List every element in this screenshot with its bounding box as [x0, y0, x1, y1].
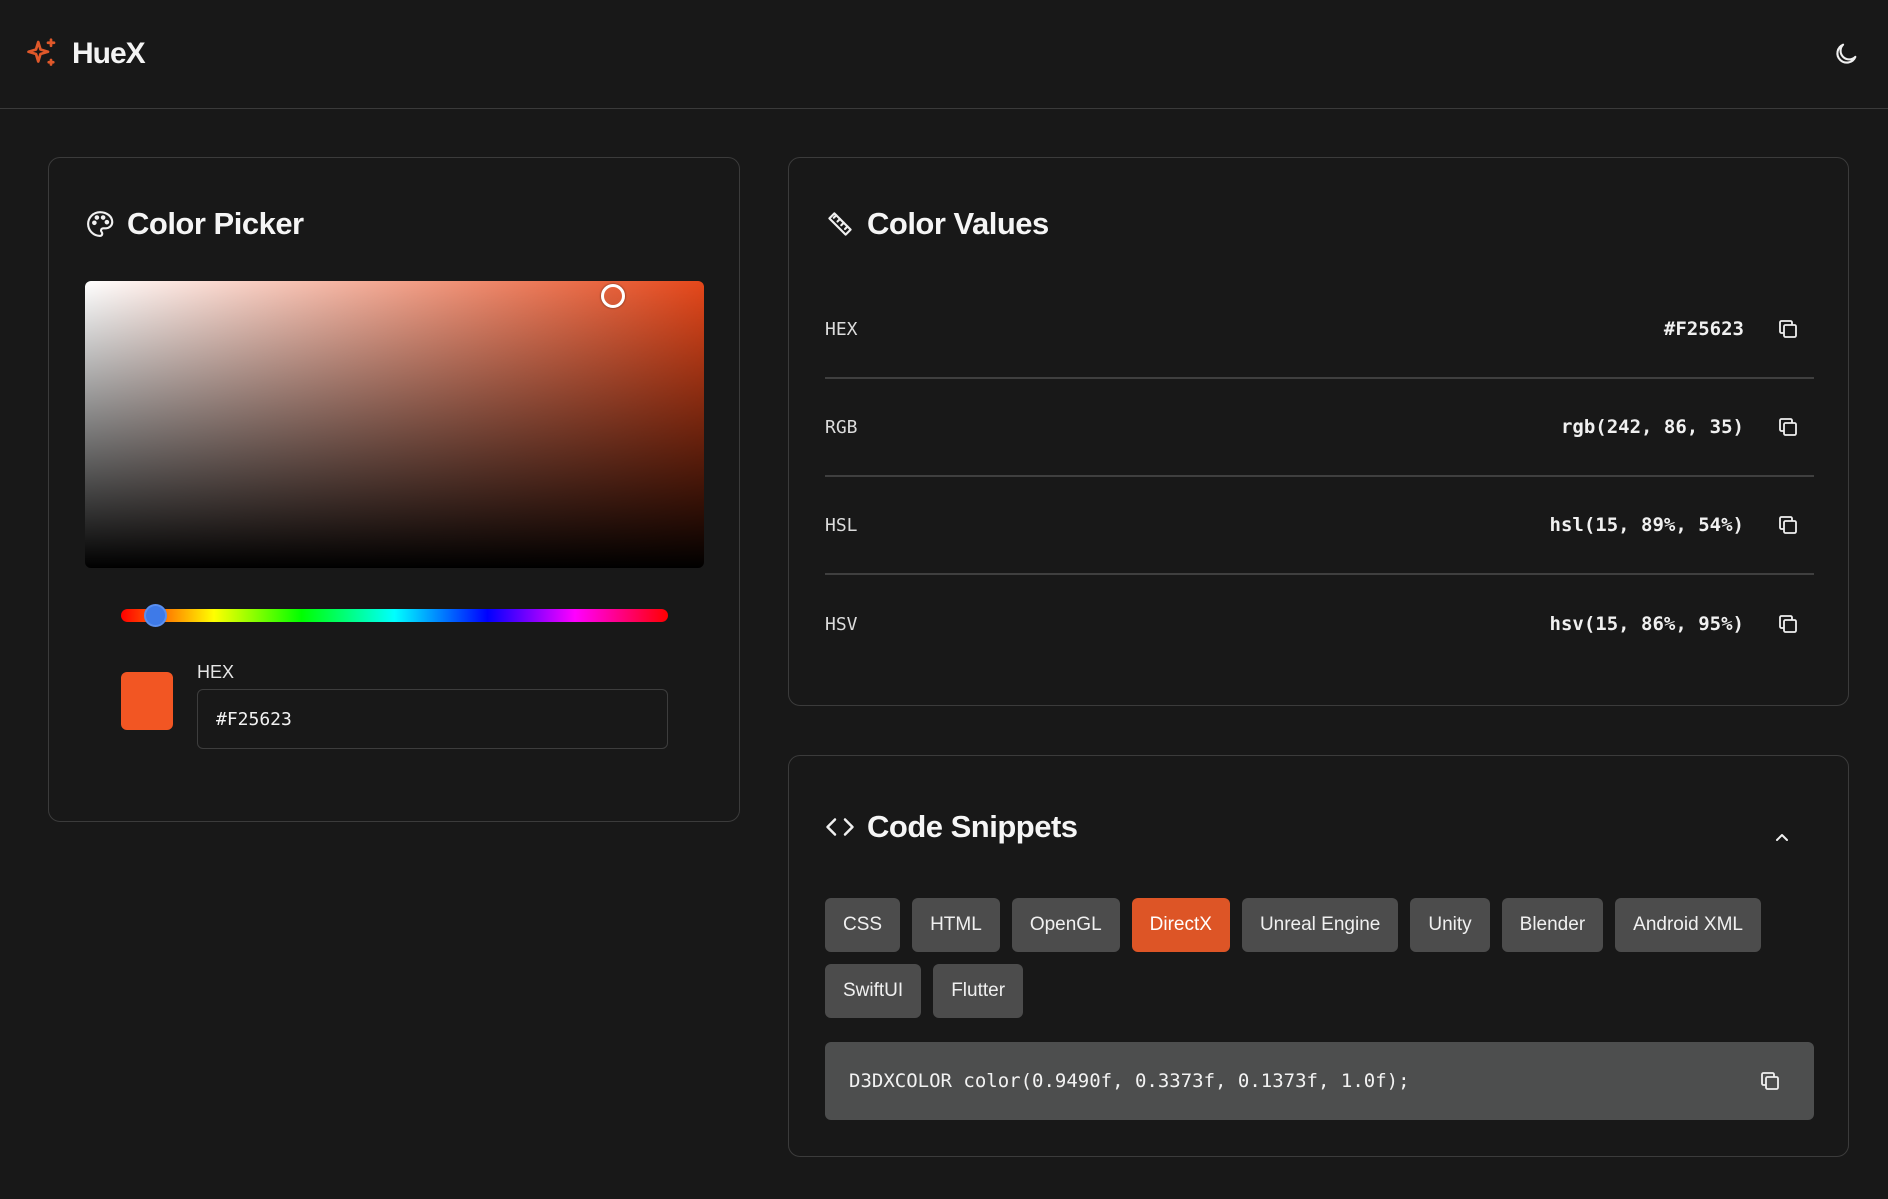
color-values-title: Color Values	[867, 206, 1049, 241]
moon-icon	[1836, 43, 1857, 64]
color-values-card: Color Values HEX #F25623 RGB rgb(242, 86…	[788, 157, 1849, 706]
tab-unity[interactable]: Unity	[1410, 898, 1490, 952]
ruler-icon	[828, 212, 852, 236]
snippet-tabs: CSS HTML OpenGL DirectX Unreal Engine Un…	[825, 898, 1825, 1018]
value-text: #F25623	[1663, 318, 1744, 340]
color-picker-header: Color Picker	[85, 206, 304, 242]
saturation-value-area[interactable]	[85, 281, 704, 568]
code-snippet-text: D3DXCOLOR color(0.9490f, 0.3373f, 0.1373…	[849, 1070, 1410, 1092]
hue-slider-thumb[interactable]	[143, 604, 167, 627]
top-bar: HueX	[0, 0, 1888, 109]
saturation-value-handle[interactable]	[601, 284, 625, 308]
color-values-header: Color Values	[825, 206, 1049, 242]
code-icon	[826, 818, 854, 836]
value-label: HSL	[825, 514, 858, 536]
sparkle-icon	[27, 38, 56, 66]
value-row-hex: HEX #F25623	[825, 281, 1814, 379]
value-text: rgb(242, 86, 35)	[1560, 416, 1744, 438]
value-row-rgb: RGB rgb(242, 86, 35)	[825, 379, 1814, 477]
color-picker-card: Color Picker HEX	[48, 157, 740, 822]
copy-icon	[1779, 615, 1797, 633]
value-label: HEX	[825, 318, 858, 340]
color-swatch	[121, 672, 173, 730]
color-picker-title: Color Picker	[127, 206, 304, 241]
tab-unreal-engine[interactable]: Unreal Engine	[1241, 898, 1399, 952]
tab-html[interactable]: HTML	[912, 898, 1000, 952]
chevron-up-icon	[1776, 834, 1788, 841]
collapse-button[interactable]	[1770, 826, 1794, 850]
copy-rgb-button[interactable]	[1774, 413, 1802, 441]
logo[interactable]: HueX	[24, 36, 146, 72]
copy-hex-button[interactable]	[1774, 315, 1802, 343]
palette-icon	[87, 211, 114, 237]
code-snippet-box: D3DXCOLOR color(0.9490f, 0.3373f, 0.1373…	[825, 1042, 1814, 1120]
value-label: HSV	[825, 613, 858, 635]
value-text: hsv(15, 86%, 95%)	[1549, 613, 1744, 635]
tab-swiftui[interactable]: SwiftUI	[825, 964, 922, 1018]
copy-hsv-button[interactable]	[1774, 610, 1802, 638]
copy-icon	[1761, 1072, 1779, 1090]
code-snippets-header: Code Snippets	[825, 809, 1078, 845]
code-snippets-card: Code Snippets CSS HTML OpenGL DirectX Un…	[788, 755, 1849, 1157]
app-name: HueX	[72, 37, 146, 70]
copy-hsl-button[interactable]	[1774, 511, 1802, 539]
copy-icon	[1779, 516, 1797, 534]
code-snippets-title: Code Snippets	[867, 809, 1078, 844]
copy-icon	[1779, 320, 1797, 338]
hue-slider[interactable]	[121, 604, 668, 627]
tab-opengl[interactable]: OpenGL	[1011, 898, 1120, 952]
tab-css[interactable]: CSS	[825, 898, 901, 952]
theme-toggle-button[interactable]	[1832, 40, 1860, 68]
value-label: RGB	[825, 416, 858, 438]
tab-blender[interactable]: Blender	[1501, 898, 1604, 952]
tab-directx[interactable]: DirectX	[1131, 898, 1230, 952]
copy-icon	[1779, 418, 1797, 436]
tab-flutter[interactable]: Flutter	[933, 964, 1024, 1018]
tab-android-xml[interactable]: Android XML	[1615, 898, 1761, 952]
hex-input-label: HEX	[197, 662, 235, 682]
copy-code-button[interactable]	[1756, 1067, 1784, 1095]
hex-input[interactable]	[197, 689, 668, 749]
value-row-hsv: HSV hsv(15, 86%, 95%)	[825, 575, 1814, 673]
value-row-hsl: HSL hsl(15, 89%, 54%)	[825, 477, 1814, 575]
value-text: hsl(15, 89%, 54%)	[1549, 514, 1744, 536]
